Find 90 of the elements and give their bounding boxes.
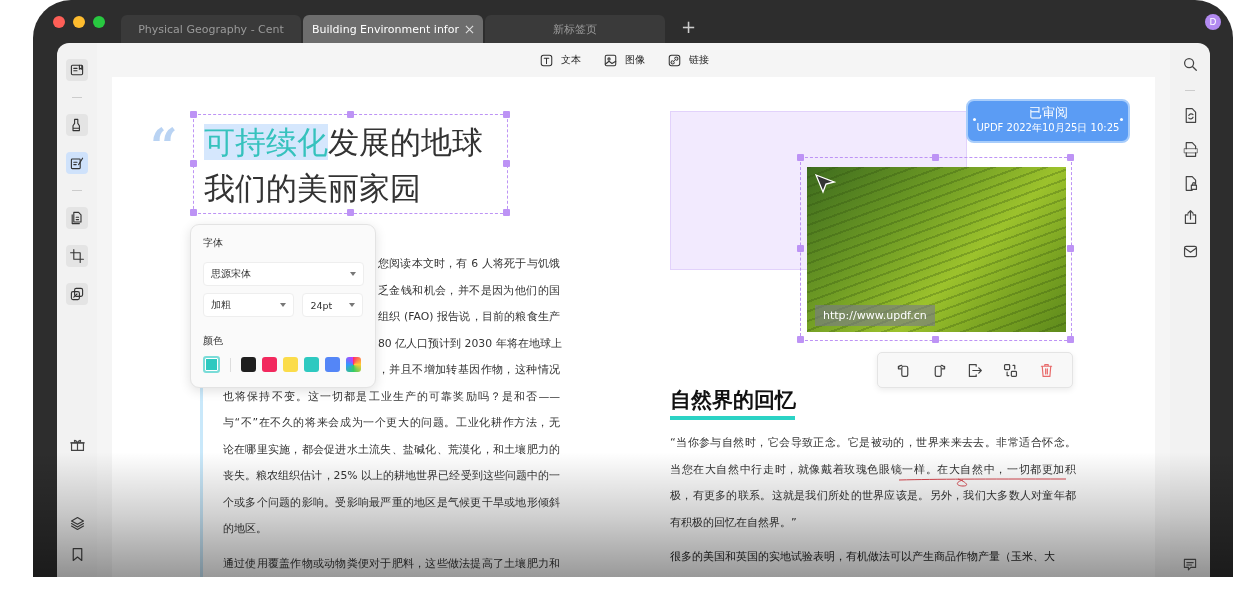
new-tab-button[interactable]: + bbox=[681, 15, 697, 39]
rectangle-annotation[interactable] bbox=[670, 111, 967, 270]
paragraph-line: 也将保持不变。这一切都是工业生产的可靠奖励吗？是和否—— bbox=[223, 388, 560, 405]
browser-tab[interactable]: 新标签页 bbox=[485, 15, 665, 43]
resize-handle[interactable] bbox=[932, 336, 939, 343]
insert-tool-button[interactable]: 文本 bbox=[538, 52, 581, 68]
insert-tool-button[interactable]: 图像 bbox=[602, 52, 645, 68]
close-icon[interactable] bbox=[465, 24, 474, 34]
sidebar-tool-button[interactable] bbox=[66, 207, 88, 229]
paragraph-line: 个或多个问题的影响。受影响最严重的地区是气候更干旱或地形倾斜 bbox=[223, 494, 560, 511]
browser-tab[interactable]: Building Environment infor bbox=[303, 15, 483, 43]
custom-color-swatch[interactable] bbox=[346, 357, 361, 372]
paragraph-line: 很多的美国和英国的实地试验表明，有机做法可以产生商品作物产量（玉米、大 bbox=[670, 549, 1056, 565]
resize-handle[interactable] bbox=[797, 245, 804, 252]
paragraph-line: 80 亿人口预计到 2030 年将在地球上 bbox=[378, 335, 560, 352]
paragraph-line: 有积极的回忆在自然界。” bbox=[670, 514, 798, 531]
insert-tool-button[interactable]: 链接 bbox=[666, 52, 709, 68]
paragraph-line: 丧失。粮农组织估计，25% 以上的耕地世界已经受到这些问题中的一 bbox=[223, 468, 560, 484]
resize-handle[interactable] bbox=[190, 160, 197, 167]
stack-icon[interactable] bbox=[68, 515, 86, 532]
resize-handle[interactable] bbox=[190, 111, 197, 118]
zoom-window-button[interactable] bbox=[93, 15, 105, 28]
dropdown[interactable]: 加粗 bbox=[203, 293, 295, 317]
color-swatch[interactable] bbox=[325, 357, 340, 372]
resize-handle[interactable] bbox=[1067, 336, 1074, 343]
font-label: 字体 bbox=[203, 237, 224, 250]
image-icon bbox=[602, 52, 618, 68]
dropdown[interactable]: 24pt bbox=[302, 293, 363, 317]
link-label[interactable]: http://www.updf.cn bbox=[815, 305, 935, 326]
image-selection-frame[interactable]: http://www.updf.cn bbox=[800, 157, 1072, 341]
paragraph-line: 的地区。 bbox=[223, 521, 268, 537]
resize-handle[interactable] bbox=[1067, 245, 1074, 252]
caret-icon bbox=[350, 272, 356, 276]
quote-mark: “ bbox=[150, 117, 179, 176]
color-swatch[interactable] bbox=[262, 357, 277, 372]
resize-handle[interactable] bbox=[346, 209, 354, 216]
sidebar-tool-button[interactable] bbox=[66, 114, 88, 136]
pointer-cursor-icon bbox=[814, 173, 836, 195]
minimize-window-button[interactable] bbox=[73, 15, 85, 28]
paragraph-line: 组织 (FAO) 报告说，目前的粮食生产 bbox=[378, 309, 560, 325]
overlap-squares-icon bbox=[69, 286, 85, 302]
swap-icon[interactable] bbox=[1002, 361, 1020, 379]
edit-document-icon bbox=[69, 155, 85, 171]
selected-title-text: 可持续化 bbox=[204, 124, 328, 160]
resize-handle[interactable] bbox=[1067, 154, 1074, 161]
section-heading: 自然界的回忆 bbox=[670, 387, 796, 413]
paragraph-line: 极，有更多的联系。这就是我们所处的世界应该是。另外，我们大多数人对童年都 bbox=[670, 488, 1076, 504]
color-label: 颜色 bbox=[203, 335, 224, 348]
search-icon bbox=[1181, 55, 1199, 73]
caret-icon bbox=[349, 303, 355, 307]
sidebar-tool-button[interactable] bbox=[66, 245, 88, 267]
pages-icon bbox=[69, 210, 85, 226]
paragraph-line: “当你参与自然时，它会导致正念。它是被动的，世界来来去去。非常适合怀念。 bbox=[670, 435, 1076, 451]
resize-handle[interactable] bbox=[346, 111, 354, 118]
close-window-button[interactable] bbox=[53, 15, 65, 28]
paragraph-line: 乏金钱和机会，并不是因为他们的国 bbox=[378, 282, 560, 299]
mail-icon bbox=[1181, 243, 1199, 260]
paragraph-line: ，并且不增加转基因作物，这种情况 bbox=[378, 362, 560, 378]
resize-handle[interactable] bbox=[932, 154, 939, 161]
text-box-icon bbox=[538, 52, 554, 68]
color-swatch[interactable] bbox=[283, 357, 298, 372]
resize-handle[interactable] bbox=[797, 336, 804, 343]
paragraph-line: 通过使用覆盖作物或动物粪便对于肥料，这些做法提高了土壤肥力和 bbox=[223, 555, 560, 572]
sidebar-tool-button[interactable] bbox=[66, 59, 88, 81]
browser-tab[interactable]: Physical Geography - Cent bbox=[121, 15, 301, 43]
color-swatch[interactable] bbox=[304, 357, 319, 372]
sidebar-tool-button[interactable] bbox=[66, 283, 88, 305]
paragraph-line: 与“不”在不久的将来会成为一个更大的问题。工业化耕作方法，无 bbox=[223, 415, 560, 431]
title-text: 发展的地球 bbox=[328, 124, 483, 160]
paragraph-line: 论在哪里实施，都会促进水土流失、盐碱化、荒漠化，和土壤肥力的 bbox=[223, 441, 560, 458]
crop-icon bbox=[69, 248, 85, 264]
extract-icon[interactable] bbox=[966, 361, 984, 379]
color-swatch[interactable] bbox=[241, 357, 256, 372]
resize-handle[interactable] bbox=[503, 209, 510, 216]
paragraph-line: 您阅读本文时，有 6 人将死于与饥饿 bbox=[378, 256, 560, 272]
comment-icon bbox=[1182, 557, 1198, 573]
resize-handle[interactable] bbox=[797, 154, 804, 161]
paragraph-line: 当您在大自然中行走时，就像戴着玫瑰色眼镜一样。在大自然中，一切都更加积 bbox=[670, 461, 1076, 478]
resize-handle[interactable] bbox=[503, 111, 510, 118]
caret-icon bbox=[280, 303, 287, 307]
current-color-swatch[interactable] bbox=[203, 356, 220, 373]
resize-handle[interactable] bbox=[190, 209, 197, 216]
resize-handle[interactable] bbox=[503, 160, 510, 167]
book-icon bbox=[69, 62, 85, 78]
ink-underline[interactable] bbox=[898, 477, 1068, 488]
title-text: 我们的美丽家园 bbox=[204, 169, 422, 208]
dropdown[interactable]: 思源宋体 bbox=[203, 262, 364, 286]
text-box[interactable]: 可持续化发展的地球 我们的美丽家园 bbox=[193, 114, 508, 214]
sidebar-tool-button[interactable] bbox=[66, 152, 88, 174]
link-icon bbox=[666, 52, 682, 68]
